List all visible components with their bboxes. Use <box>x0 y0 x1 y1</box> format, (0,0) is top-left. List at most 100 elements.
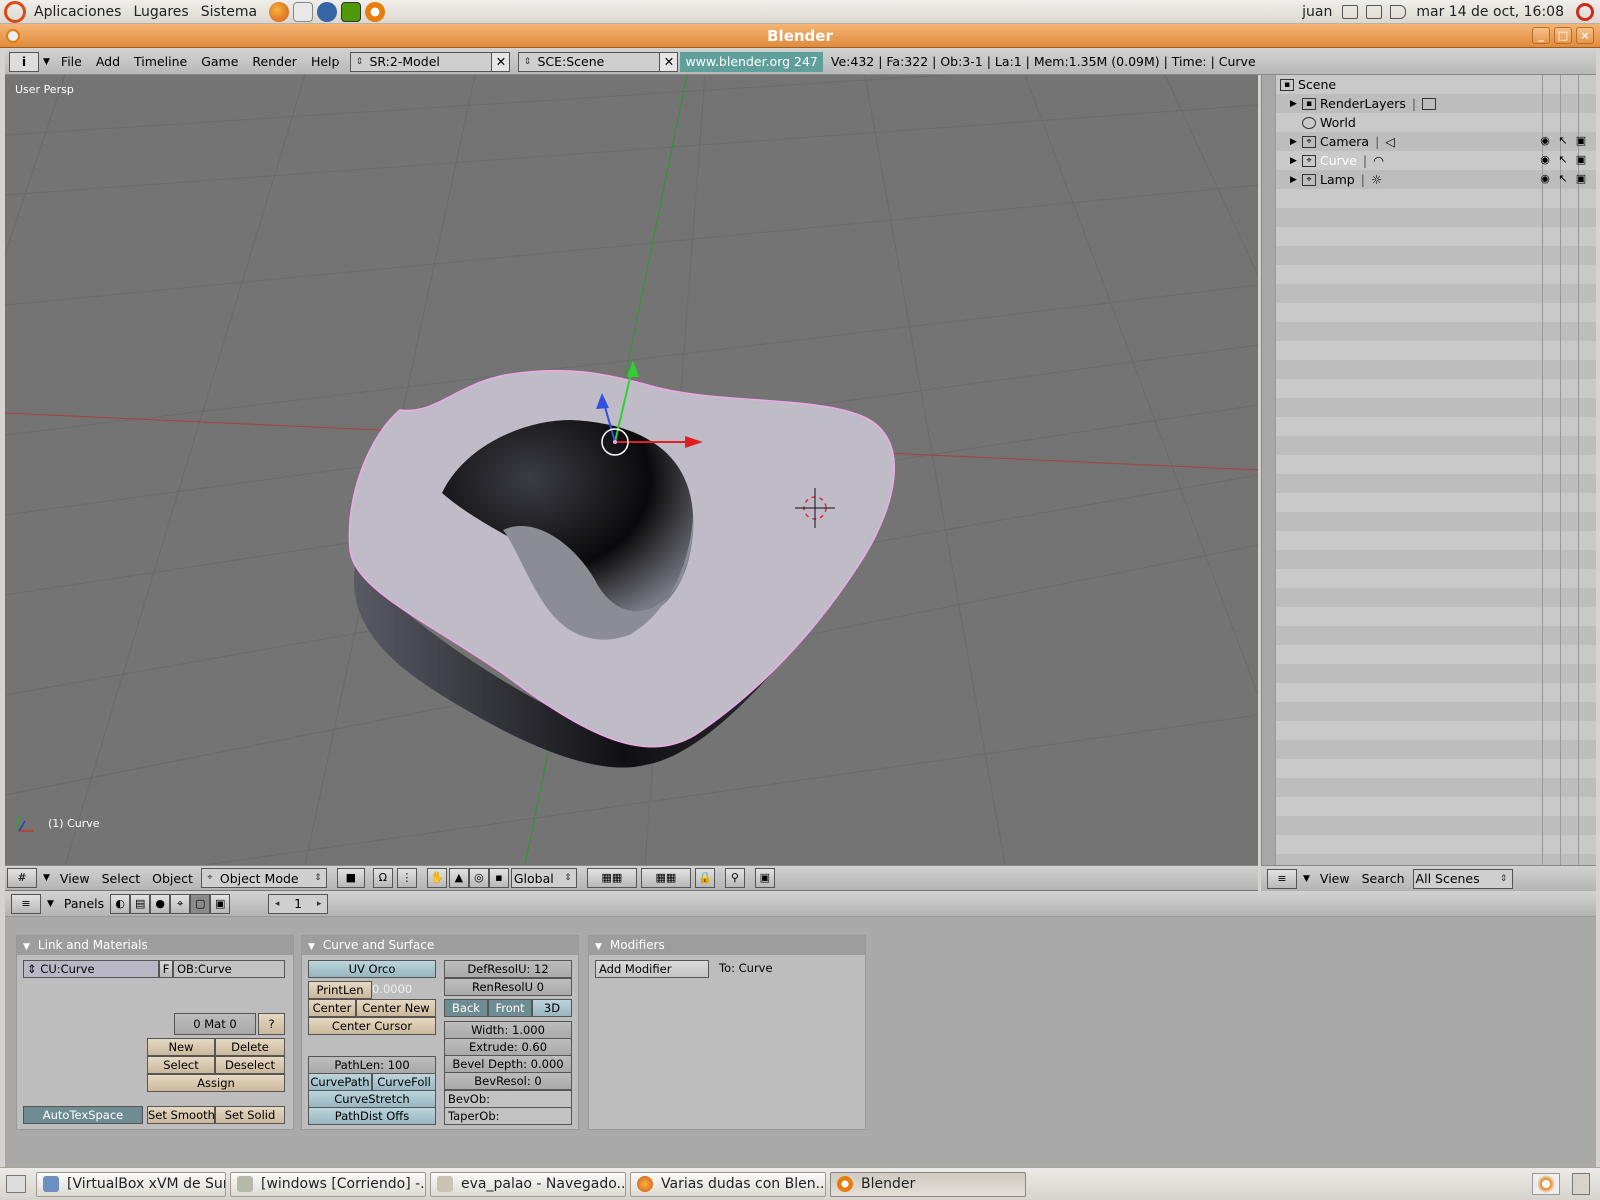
curve-visibility[interactable]: ◉ ↖ ▣ <box>1534 154 1588 166</box>
eye-icon[interactable]: ◉ <box>1538 173 1552 185</box>
screen-browse-icon[interactable]: ⇕ <box>351 57 367 67</box>
viewport-canvas[interactable] <box>5 75 1258 865</box>
front-toggle[interactable]: Front <box>488 999 532 1017</box>
menu-timeline[interactable]: Timeline <box>127 54 194 69</box>
outliner-menu-search[interactable]: Search <box>1356 871 1411 886</box>
scale-icon[interactable]: ▪ <box>488 868 509 888</box>
cursor-icon[interactable]: ↖ <box>1556 135 1570 147</box>
mail-icon[interactable] <box>293 1 314 22</box>
menu-view[interactable]: View <box>54 871 96 886</box>
camera-visibility[interactable]: ◉ ↖ ▣ <box>1534 135 1588 147</box>
menu-add[interactable]: Add <box>89 54 127 69</box>
scene-context-icon[interactable]: ▣ <box>210 893 231 914</box>
render-icon[interactable]: ▣ <box>1574 135 1588 147</box>
menu-object[interactable]: Object <box>146 871 199 886</box>
panel-header[interactable]: ▼ Curve and Surface <box>302 936 578 955</box>
system-monitor-icon[interactable] <box>341 1 362 22</box>
expand-icon[interactable]: ▶ <box>1290 156 1302 166</box>
eye-icon[interactable]: ◉ <box>1538 154 1552 166</box>
object-context-icon[interactable]: ⌖ <box>170 893 191 914</box>
scene-browse-icon[interactable]: ⇕ <box>519 57 535 67</box>
panel-header[interactable]: ▼ Modifiers <box>589 936 865 955</box>
screen-delete-icon[interactable]: ✕ <box>491 52 510 71</box>
blender-url[interactable]: www.blender.org 247 <box>680 51 823 72</box>
lamp-visibility[interactable]: ◉ ↖ ▣ <box>1534 173 1588 185</box>
task-firefox[interactable]: Varias dudas con Blen... <box>630 1171 826 1197</box>
extrude-field[interactable]: Extrude: 0.60 <box>444 1038 572 1056</box>
collapse-menu-icon[interactable]: ▼ <box>43 873 50 883</box>
script-context-icon[interactable]: ▤ <box>130 893 151 914</box>
material-help-button[interactable]: ? <box>258 1013 285 1035</box>
frame-increase-icon[interactable]: ▸ <box>311 899 327 909</box>
menu-help[interactable]: Help <box>304 54 347 69</box>
center-cursor-button[interactable]: Center Cursor <box>308 1017 436 1035</box>
eye-icon[interactable]: ◉ <box>1538 135 1552 147</box>
hand-manipulator-icon[interactable]: ✋ <box>426 868 447 888</box>
taperob-field[interactable]: TaperOb: <box>444 1107 572 1125</box>
bevob-field[interactable]: BevOb: <box>444 1090 572 1108</box>
material-new-button[interactable]: New <box>147 1038 215 1056</box>
task-virtualbox[interactable]: [VirtualBox xVM de Sun] <box>36 1171 226 1197</box>
autotexspace-toggle[interactable]: AutoTexSpace <box>23 1106 143 1124</box>
menu-file[interactable]: File <box>54 54 89 69</box>
outliner-item-renderlayers[interactable]: ▶ ▪ RenderLayers | <box>1290 94 1440 113</box>
task-file-browser[interactable]: eva_palao - Navegado... <box>430 1171 626 1197</box>
expand-icon[interactable]: ▶ <box>1290 99 1302 109</box>
collapse-menu-icon[interactable]: ▼ <box>47 899 54 909</box>
expand-icon[interactable]: ▶ <box>1290 175 1302 185</box>
outliner-item-world[interactable]: World <box>1302 113 1356 132</box>
outliner-item-scene[interactable]: ▪ Scene <box>1280 75 1336 94</box>
translate-icon[interactable]: ▲ <box>448 868 469 888</box>
collapse-panel-icon[interactable]: ▼ <box>308 942 315 952</box>
outliner-item-curve[interactable]: ▶ ⌖ Curve | ◠ <box>1290 151 1384 170</box>
printlen-button[interactable]: PrintLen <box>308 981 372 999</box>
set-solid-button[interactable]: Set Solid <box>215 1106 285 1124</box>
window-title-bar[interactable]: Blender _ □ × <box>0 24 1600 48</box>
orientation-select[interactable]: Global ⇕ <box>510 868 577 888</box>
menu-sistema[interactable]: Sistema <box>195 4 263 20</box>
outliner-menu-view[interactable]: View <box>1314 871 1356 886</box>
task-blender[interactable]: Blender <box>830 1171 1026 1197</box>
logic-context-icon[interactable]: ◐ <box>110 893 131 914</box>
trash-icon[interactable] <box>1572 1173 1590 1195</box>
material-index-counter[interactable]: 0 Mat 0 <box>174 1013 256 1035</box>
curvepath-toggle[interactable]: CurvePath <box>308 1073 372 1091</box>
frame-decrease-icon[interactable]: ◂ <box>269 899 285 909</box>
curve-object[interactable] <box>348 369 895 768</box>
outliner-item-lamp[interactable]: ▶ ⌖ Lamp | ☼ <box>1290 170 1382 189</box>
uv-orco-toggle[interactable]: UV Orco <box>308 960 436 978</box>
cursor-icon[interactable]: ↖ <box>1556 173 1570 185</box>
view3d-window-type-icon[interactable]: # <box>7 868 37 888</box>
frame-counter[interactable]: ◂ 1 ▸ <box>268 893 329 914</box>
object-name-field[interactable]: OB:Curve <box>173 960 285 978</box>
3d-viewport[interactable]: User Persp (1) Curve <box>5 75 1258 865</box>
render-icon[interactable]: ▣ <box>1574 154 1588 166</box>
collapse-panel-icon[interactable]: ▼ <box>23 942 30 952</box>
collapse-menu-icon[interactable]: ▼ <box>1303 874 1310 884</box>
menu-aplicaciones[interactable]: Aplicaciones <box>28 4 127 20</box>
render-preview-icon[interactable]: ▣ <box>754 868 775 888</box>
curve-data-field[interactable]: ⇕ CU:Curve <box>23 960 159 978</box>
set-smooth-button[interactable]: Set Smooth <box>147 1106 215 1124</box>
lock-icon[interactable]: 🔒 <box>694 868 715 888</box>
panel-header[interactable]: ▼ Link and Materials <box>17 936 293 955</box>
curvestretch-toggle[interactable]: CurveStretch <box>308 1090 436 1108</box>
layer-buttons-2[interactable]: ▦▦ <box>640 868 691 888</box>
3d-toggle[interactable]: 3D <box>532 999 572 1017</box>
editing-context-icon[interactable]: ▢ <box>190 893 211 914</box>
ubuntu-logo-icon[interactable] <box>4 0 26 23</box>
width-field[interactable]: Width: 1.000 <box>444 1021 572 1039</box>
outliner[interactable]: ▪ Scene ▶ ▪ RenderLayers | World ▶ ⌖ Cam… <box>1261 75 1596 865</box>
pathdist-offs-toggle[interactable]: PathDist Offs <box>308 1107 436 1125</box>
bevresol-field[interactable]: BevResol: 0 <box>444 1072 572 1090</box>
draw-type-icon[interactable]: ■ <box>336 868 365 888</box>
task-windows-vm[interactable]: [windows [Corriendo] -... <box>230 1171 426 1197</box>
add-modifier-button[interactable]: Add Modifier <box>595 960 709 978</box>
menu-game[interactable]: Game <box>194 54 245 69</box>
firefox-icon[interactable] <box>269 1 290 22</box>
mail-notify-icon[interactable] <box>1342 4 1359 19</box>
material-assign-button[interactable]: Assign <box>147 1074 285 1092</box>
layer-buttons-1[interactable]: ▦▦ <box>586 868 637 888</box>
center-button[interactable]: Center <box>308 999 356 1017</box>
bevel-depth-field[interactable]: Bevel Depth: 0.000 <box>444 1055 572 1073</box>
